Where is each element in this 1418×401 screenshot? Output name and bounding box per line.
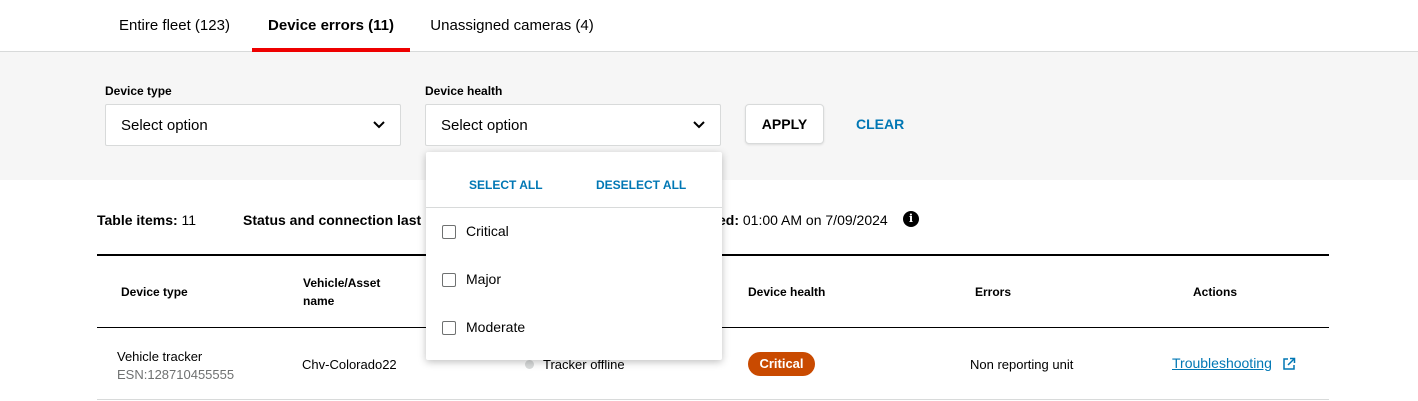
checkbox[interactable] xyxy=(442,321,456,335)
cell-errors: Non reporting unit xyxy=(970,357,1074,372)
tab-label: Entire fleet (123) xyxy=(119,17,230,34)
column-header-actions: Actions xyxy=(1193,285,1238,299)
table-items-count: Table items: 11 xyxy=(97,212,196,228)
status-label-start: Status and connection last xyxy=(243,212,422,228)
table-items-value: 11 xyxy=(181,212,197,228)
device-health-select-value: Select option xyxy=(441,117,528,134)
header-line-2: name xyxy=(303,294,335,308)
tab-entire-fleet[interactable]: Entire fleet (123) xyxy=(97,0,252,51)
deselect-all-button[interactable]: DESELECT ALL xyxy=(596,178,686,192)
table-items-label: Table items: xyxy=(97,212,178,228)
tab-label: Device errors (11) xyxy=(268,17,394,34)
option-label: Major xyxy=(466,271,502,287)
troubleshooting-link[interactable]: Troubleshooting xyxy=(1172,355,1272,371)
dropdown-divider xyxy=(426,207,722,208)
info-icon[interactable]: i xyxy=(903,211,919,227)
option-label: Critical xyxy=(466,223,509,239)
chevron-down-icon xyxy=(373,121,385,129)
column-header-vehicle-asset-name[interactable]: Vehicle/Asset name xyxy=(303,274,380,310)
option-label: Moderate xyxy=(466,319,526,335)
select-all-button[interactable]: SELECT ALL xyxy=(469,178,543,192)
health-badge: Critical xyxy=(748,352,815,376)
device-health-dropdown: SELECT ALL DESELECT ALL Critical Major M… xyxy=(426,152,722,360)
column-header-errors[interactable]: Errors xyxy=(975,283,1011,301)
status-last-updated-end: ed: 01:00 AM on 7/09/2024 xyxy=(718,212,888,228)
tab-device-errors[interactable]: Device errors (11) xyxy=(252,0,410,52)
clear-button[interactable]: CLEAR xyxy=(856,104,904,144)
checkbox[interactable] xyxy=(442,225,456,239)
header-line-1: Vehicle/Asset xyxy=(303,276,381,290)
status-time: 01:00 AM on 7/09/2024 xyxy=(742,212,888,228)
checkbox[interactable] xyxy=(442,273,456,287)
status-dot-icon xyxy=(525,360,534,369)
column-header-device-type[interactable]: Device type xyxy=(121,283,188,301)
column-header-device-health[interactable]: Device health xyxy=(748,283,825,301)
tab-unassigned-cameras[interactable]: Unassigned cameras (4) xyxy=(410,0,614,51)
external-link-icon[interactable] xyxy=(1282,357,1296,371)
device-health-select[interactable]: Select option xyxy=(425,104,721,146)
device-health-label: Device health xyxy=(425,84,503,98)
cell-device-type: Vehicle tracker xyxy=(117,349,203,364)
tab-bar: Entire fleet (123) Device errors (11) Un… xyxy=(0,0,1418,52)
chevron-down-icon xyxy=(693,121,705,129)
device-type-label: Device type xyxy=(105,84,172,98)
device-type-select[interactable]: Select option xyxy=(105,104,401,146)
cell-esn: ESN:128710455555 xyxy=(117,367,235,382)
device-type-select-value: Select option xyxy=(121,117,208,134)
apply-button[interactable]: APPLY xyxy=(745,104,824,144)
table-row-divider xyxy=(97,399,1329,400)
cell-vehicle-name: Chv-Colorado22 xyxy=(302,357,397,372)
status-last-updated-start: Status and connection last xyxy=(243,212,421,228)
tab-label: Unassigned cameras (4) xyxy=(430,17,594,34)
